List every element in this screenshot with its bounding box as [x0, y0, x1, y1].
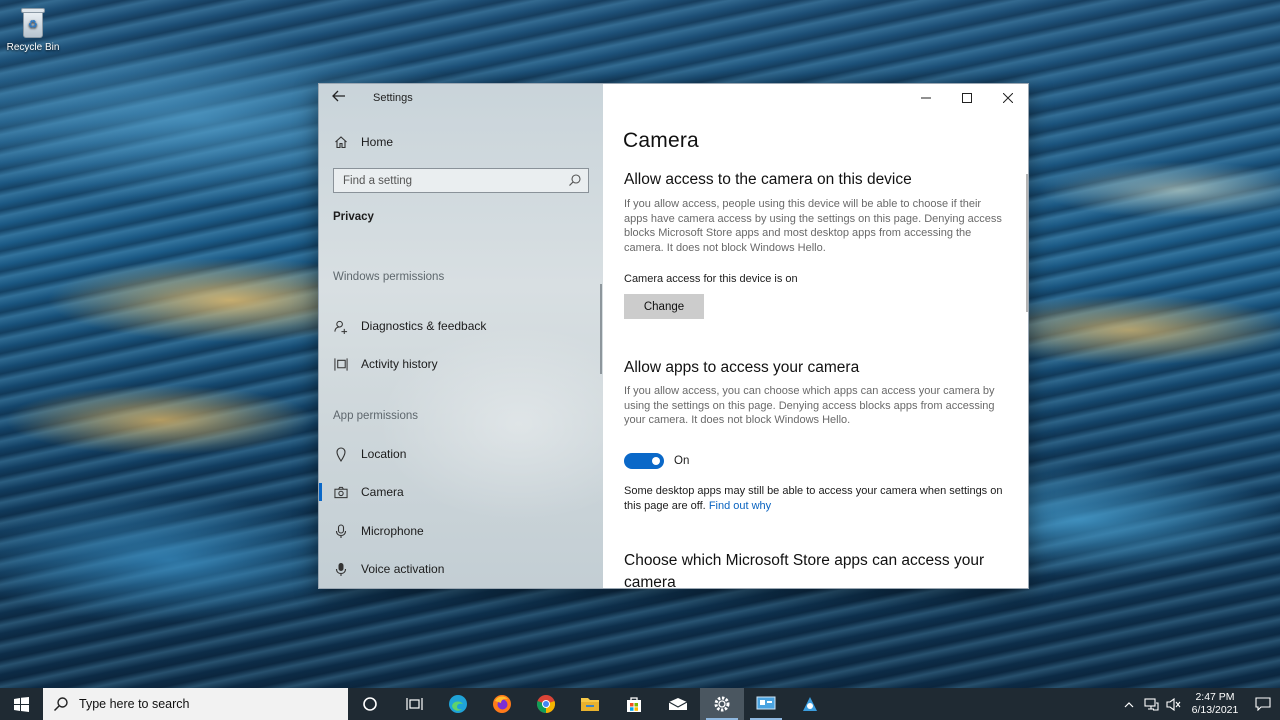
settings-icon	[714, 696, 730, 712]
taskbar-search-box[interactable]: Type here to search	[43, 688, 348, 720]
device-access-status: Camera access for this device is on	[624, 273, 798, 285]
maximize-button[interactable]	[946, 84, 988, 112]
back-arrow-icon	[332, 90, 345, 102]
mail-button[interactable]	[656, 688, 700, 720]
content-scrollbar[interactable]	[1026, 174, 1028, 312]
close-button[interactable]	[987, 84, 1028, 112]
cortana-icon	[363, 697, 377, 711]
chrome-button[interactable]	[524, 688, 568, 720]
app-button[interactable]	[788, 688, 832, 720]
nav-activity-history[interactable]: Activity history	[319, 347, 603, 381]
cortana-button[interactable]	[348, 688, 392, 720]
diagnostics-icon	[334, 319, 348, 334]
nav-location-label: Location	[361, 447, 407, 461]
camera-icon	[334, 485, 348, 499]
clock-date: 6/13/2021	[1191, 704, 1239, 716]
close-icon	[1003, 93, 1013, 103]
search-input[interactable]	[343, 174, 561, 187]
control-panel-button[interactable]	[744, 688, 788, 720]
windows-permissions-header: Windows permissions	[333, 271, 445, 283]
app-icon	[803, 697, 817, 711]
recycle-bin-icon: ♻	[20, 6, 46, 38]
section-store-apps-heading: Choose which Microsoft Store apps can ac…	[624, 552, 985, 589]
network-button[interactable]	[1140, 688, 1162, 720]
clock-time: 2:47 PM	[1195, 691, 1235, 703]
file-explorer-icon	[581, 698, 599, 711]
find-out-why-link[interactable]: Find out why	[709, 500, 771, 512]
nav-camera-label: Camera	[361, 485, 404, 499]
network-icon	[1143, 697, 1159, 711]
back-button[interactable]	[329, 89, 349, 107]
show-hidden-icons-button[interactable]	[1118, 688, 1140, 720]
nav-voice-label: Voice activation	[361, 562, 445, 576]
action-center-button[interactable]	[1246, 688, 1280, 720]
page-title: Camera	[623, 129, 699, 152]
sidebar: Settings Home Privacy Windows permission…	[319, 84, 603, 588]
toggle-state-label: On	[674, 455, 690, 467]
sidebar-scrollbar[interactable]	[600, 284, 602, 374]
control-panel-icon	[756, 696, 776, 710]
file-explorer-button[interactable]	[568, 688, 612, 720]
find-setting-search[interactable]	[333, 168, 589, 193]
change-button[interactable]: Change	[624, 294, 704, 319]
volume-muted-icon	[1165, 697, 1180, 711]
location-icon	[334, 446, 348, 462]
maximize-icon	[962, 93, 972, 103]
taskbar-search-placeholder: Type here to search	[79, 697, 190, 711]
category-title: Privacy	[333, 211, 374, 223]
app-title: Settings	[373, 92, 413, 104]
taskbar-search-icon	[53, 697, 68, 712]
task-view-icon	[405, 698, 423, 710]
recycle-bin-shortcut[interactable]: ♻ Recycle Bin	[4, 6, 62, 53]
content-pane: Camera Allow access to the camera on thi…	[603, 84, 1028, 589]
microphone-icon	[334, 523, 348, 538]
activity-history-icon	[334, 357, 348, 371]
store-button[interactable]	[612, 688, 656, 720]
nav-microphone-label: Microphone	[361, 524, 424, 538]
nav-diagnostics-label: Diagnostics & feedback	[361, 319, 487, 333]
settings-window: Settings Home Privacy Windows permission…	[318, 83, 1029, 589]
nav-activity-label: Activity history	[361, 357, 438, 371]
title-bar[interactable]: Settings	[319, 84, 603, 112]
section-device-access-heading: Allow access to the camera on this devic…	[624, 171, 912, 188]
section-device-access-description: If you allow access, people using this d…	[624, 198, 1002, 254]
desktop-apps-note: Some desktop apps may still be able to a…	[624, 484, 1004, 513]
section-app-access-description: If you allow access, you can choose whic…	[624, 385, 995, 427]
search-icon	[569, 174, 581, 186]
minimize-icon	[921, 97, 931, 99]
nav-home-label: Home	[361, 135, 394, 149]
system-tray: 2:47 PM 6/13/2021	[1118, 688, 1280, 720]
firefox-button[interactable]	[480, 688, 524, 720]
start-button[interactable]	[0, 688, 43, 720]
app-permissions-header: App permissions	[333, 410, 419, 422]
recycle-bin-label: Recycle Bin	[6, 42, 60, 53]
edge-button[interactable]	[436, 688, 480, 720]
nav-home[interactable]: Home	[319, 125, 603, 159]
volume-button[interactable]	[1162, 688, 1184, 720]
clock[interactable]: 2:47 PM 6/13/2021	[1184, 691, 1246, 717]
nav-voice-activation[interactable]: Voice activation	[319, 552, 603, 586]
nav-location[interactable]: Location	[319, 437, 603, 471]
taskbar: Type here to search 2:47 PM 6/13/2021	[0, 688, 1280, 720]
mail-icon	[668, 698, 688, 710]
desktop-apps-note-text: Some desktop apps may still be able to a…	[624, 485, 1003, 512]
nav-microphone[interactable]: Microphone	[319, 514, 603, 548]
nav-diagnostics-feedback[interactable]: Diagnostics & feedback	[319, 309, 603, 343]
section-app-access-heading: Allow apps to access your camera	[624, 359, 860, 376]
voice-activation-icon	[334, 562, 348, 576]
toggle-knob	[652, 457, 660, 465]
edge-icon	[449, 695, 467, 713]
nav-camera[interactable]: Camera	[319, 475, 603, 509]
minimize-button[interactable]	[905, 84, 947, 112]
task-view-button[interactable]	[392, 688, 436, 720]
store-icon	[627, 697, 641, 712]
chrome-icon	[536, 695, 556, 713]
windows-logo-icon	[14, 696, 29, 712]
chevron-up-icon	[1124, 701, 1134, 707]
firefox-icon	[493, 695, 511, 713]
settings-taskbar-button[interactable]	[700, 688, 744, 720]
notification-icon	[1255, 697, 1271, 711]
app-access-toggle[interactable]	[624, 453, 664, 469]
home-icon	[334, 135, 348, 149]
